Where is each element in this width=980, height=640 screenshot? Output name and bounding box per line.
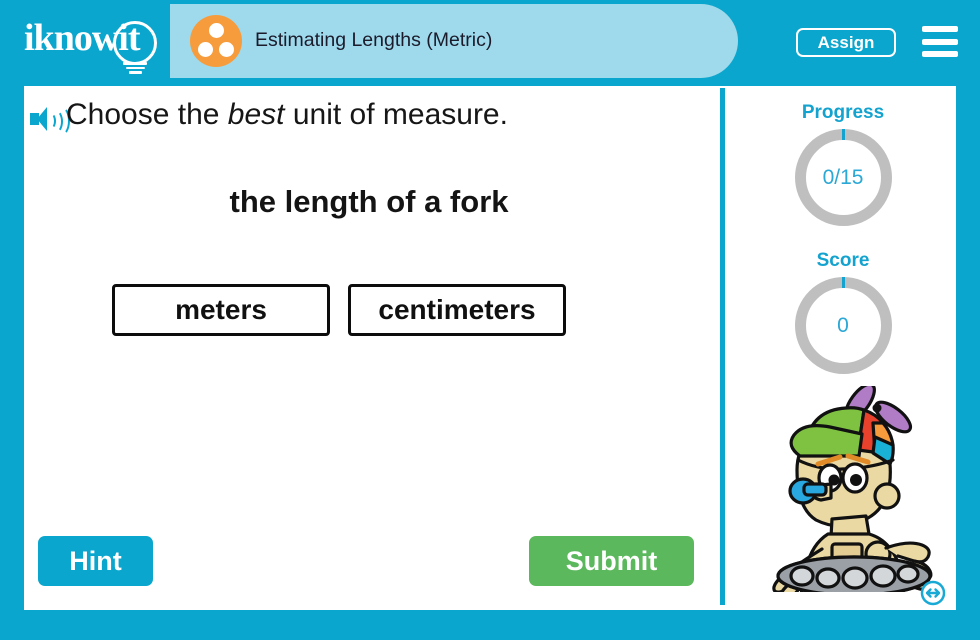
score-value: 0 xyxy=(837,313,849,337)
score-meter: Score 0 xyxy=(730,250,956,374)
prompt-part-2: unit of measure. xyxy=(284,98,508,131)
lesson-title: Estimating Lengths (Metric) xyxy=(255,29,493,51)
answer-option-meters[interactable]: meters xyxy=(112,284,330,336)
prompt-part-1: Choose the xyxy=(66,98,228,131)
hamburger-menu-icon[interactable] xyxy=(922,26,958,57)
submit-button[interactable]: Submit xyxy=(529,536,694,586)
answer-option-centimeters[interactable]: centimeters xyxy=(348,284,566,336)
horizontal-resize-arrows-icon[interactable] xyxy=(920,580,946,606)
lesson-title-tab: Estimating Lengths (Metric) xyxy=(170,4,738,78)
content-panel: Choose the best unit of measure. the len… xyxy=(24,86,956,610)
lightbulb-icon xyxy=(113,21,157,65)
progress-label: Progress xyxy=(801,102,885,123)
instruction-text: Choose the best unit of measure. xyxy=(66,98,508,132)
question-text: the length of a fork xyxy=(229,184,509,219)
assign-button[interactable]: Assign xyxy=(796,28,896,57)
score-ring: 0 xyxy=(794,277,892,374)
progress-ring: 0/15 xyxy=(794,129,892,226)
progress-meter: Progress 0/15 xyxy=(730,102,956,226)
status-sidebar: Progress 0/15 Score 0 xyxy=(730,86,956,610)
robot-mascot xyxy=(756,382,952,602)
score-label: Score xyxy=(816,250,870,271)
lightbulb-base-icon xyxy=(123,62,147,75)
vertical-divider xyxy=(720,88,725,605)
iknowit-logo[interactable]: iknowit xyxy=(24,16,174,75)
prompt-emphasis: best xyxy=(227,98,285,131)
hint-button[interactable]: Hint xyxy=(38,536,153,586)
answer-options: meters centimeters xyxy=(112,284,566,336)
app-window: iknowit Estimating Lengths (Metric) Assi… xyxy=(0,0,980,640)
three-dots-circle-icon xyxy=(190,15,242,67)
app-header: iknowit Estimating Lengths (Metric) Assi… xyxy=(0,0,980,82)
speaker-audio-icon[interactable] xyxy=(30,106,70,136)
progress-value: 0/15 xyxy=(822,165,864,189)
